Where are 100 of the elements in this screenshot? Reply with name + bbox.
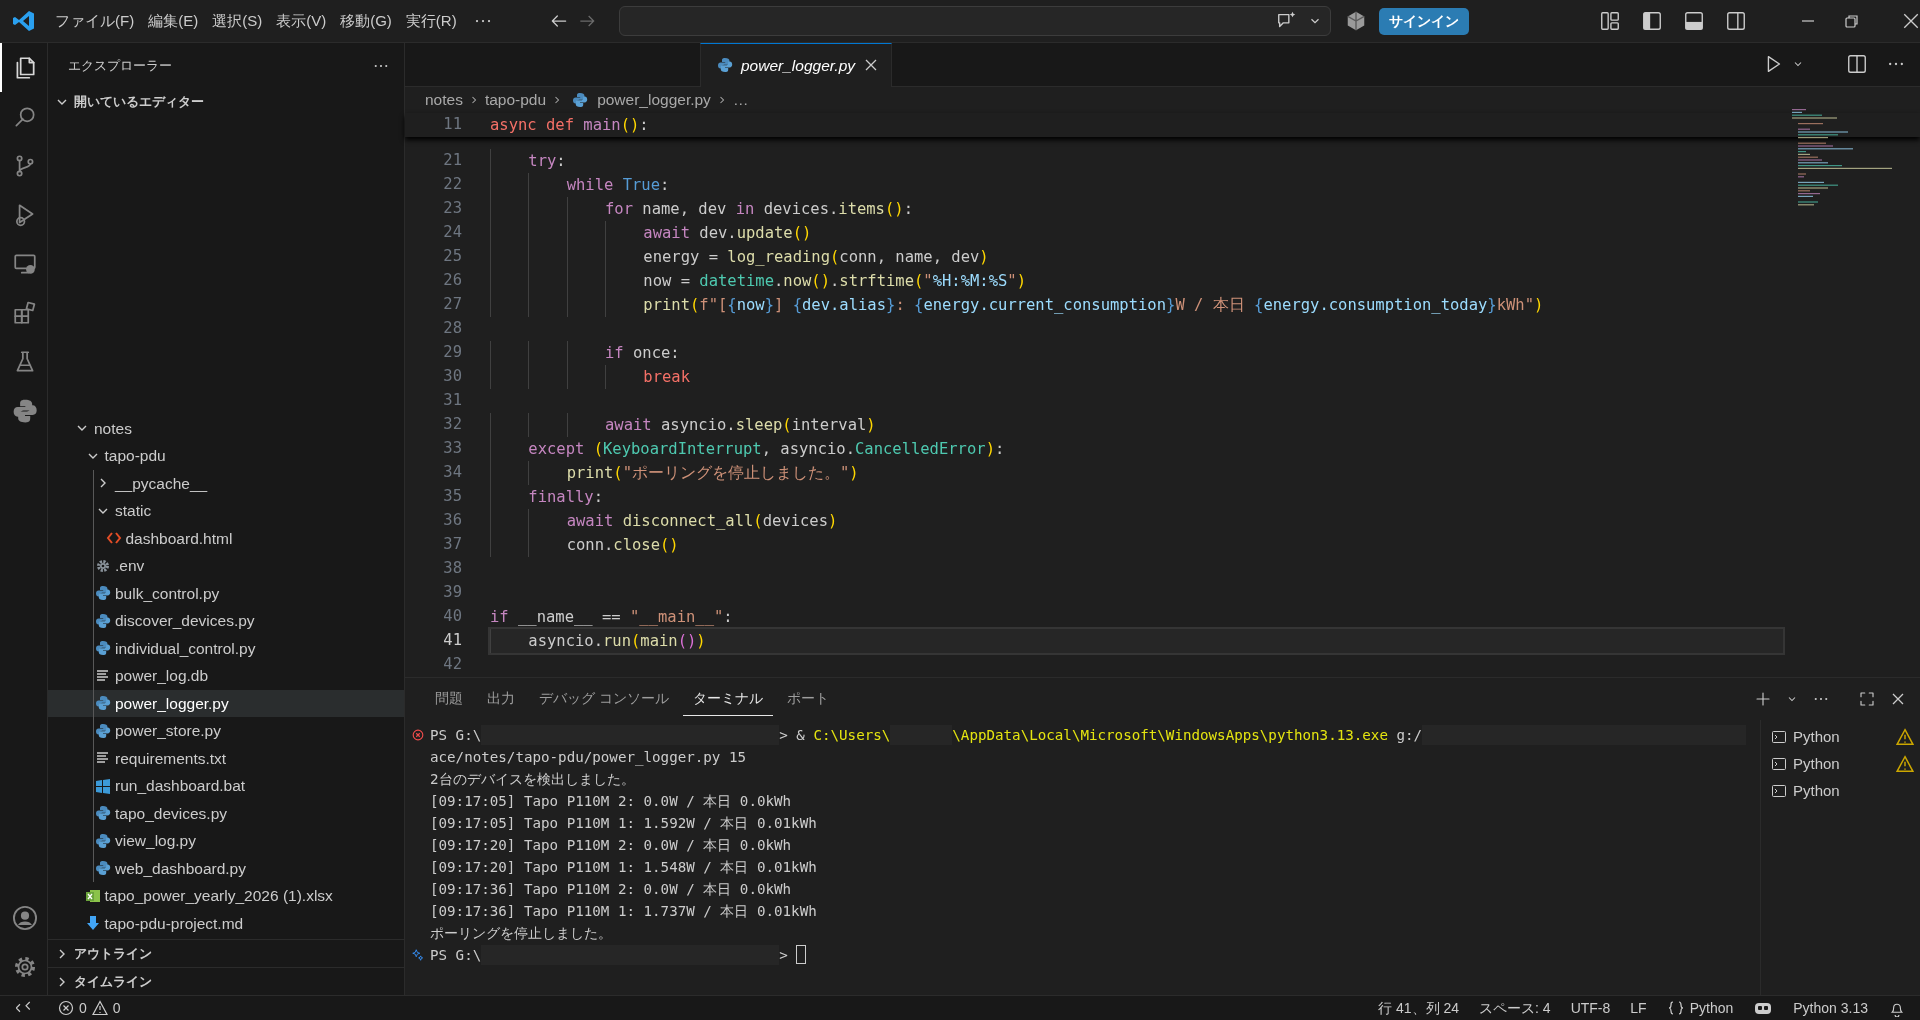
secondary-sidebar-icon[interactable]	[1725, 10, 1747, 32]
file-row[interactable]: tapo_power_yearly_2026 (1).xlsx	[48, 882, 404, 910]
line-number: 22	[442, 174, 462, 196]
folder-row[interactable]: static	[48, 497, 404, 525]
code-line: await asyncio.sleep(interval)	[490, 412, 1783, 437]
terminal-line: 2台のデバイスを検出しました。	[430, 769, 635, 789]
file-row[interactable]: power_store.py	[48, 717, 404, 745]
line-number: 26	[442, 270, 462, 292]
sidebar-toggle-icon[interactable]	[1641, 10, 1663, 32]
line-number: 29	[442, 342, 462, 364]
close-icon[interactable]	[1902, 12, 1920, 30]
menu-item[interactable]: 編集(E)	[141, 5, 206, 37]
terminal-line: [09:17:20] Tapo P110M 2: 0.0W / 本日 0.0kWh	[430, 835, 792, 855]
file-row[interactable]: run_dashboard.bat	[48, 772, 404, 800]
python-file-icon	[572, 91, 589, 108]
breadcrumb-item[interactable]: …	[732, 88, 749, 112]
menu-item[interactable]: 選択(S)	[205, 5, 270, 37]
folder-row[interactable]: __pycache__	[48, 469, 404, 497]
menu-item[interactable]: 表示(V)	[269, 5, 334, 37]
section-header[interactable]: タイムライン	[74, 971, 152, 992]
file-row[interactable]: tapo-pdu-project.md	[48, 909, 404, 937]
line-number: 39	[442, 582, 462, 604]
code-line: finally:	[490, 484, 1783, 509]
line-number: 23	[442, 198, 462, 220]
python-file-icon	[95, 805, 111, 822]
warning-icon	[91, 1000, 108, 1016]
sidebar-title: エクスプローラー	[68, 56, 172, 75]
panel-tab[interactable]: デバッグ コンソール	[529, 681, 679, 717]
line-number: 34	[442, 462, 462, 484]
panel-toggle-icon[interactable]	[1683, 10, 1705, 32]
file-row[interactable]: power_log.db	[48, 662, 404, 690]
terminal-line: [09:17:05] Tapo P110M 1: 1.592W / 本日 0.01kWh	[430, 813, 817, 833]
python-file-icon	[95, 860, 111, 877]
file-row[interactable]: tapo_devices.py	[48, 799, 404, 827]
text-lines-icon	[95, 667, 111, 684]
restore-icon[interactable]	[1844, 13, 1860, 29]
sign-in-button[interactable]: サインイン	[1379, 7, 1469, 35]
status-item[interactable]: 行 41、列 24	[1368, 997, 1470, 1019]
breadcrumb-item[interactable]: tapo-pdu	[484, 88, 547, 112]
file-row[interactable]: web_dashboard.py	[48, 854, 404, 882]
folder-row[interactable]: notes	[48, 414, 404, 442]
folder-row[interactable]: tapo-pdu	[48, 442, 404, 470]
code-line: for name, dev in devices.items():	[490, 196, 1783, 221]
terminal-line: ace/notes/tapo-pdu/power_logger.py 15	[430, 747, 747, 768]
line-number: 33	[442, 438, 462, 460]
python-file-icon	[95, 695, 111, 712]
code-line: print(f"[{now}] {dev.alias}: {energy.current_consumption}W / 本日 {energy.consumption_today}kWh")	[490, 292, 1783, 317]
layout-grid-icon[interactable]	[1599, 10, 1621, 32]
line-number: 32	[442, 414, 462, 436]
file-row[interactable]: view_log.py	[48, 827, 404, 855]
editor-tab[interactable]: power_logger.py	[700, 43, 893, 87]
panel-tab[interactable]: 出力	[477, 681, 525, 717]
breadcrumb-item[interactable]: power_logger.py	[597, 88, 711, 112]
maximize-icon[interactable]	[1858, 689, 1876, 708]
code-line: if __name__ == "__main__":	[490, 606, 734, 628]
file-row[interactable]: requirements.txt	[48, 744, 404, 772]
terminal-line: ポーリングを停止しました。	[430, 923, 612, 943]
menu-item[interactable]: 実行(R)	[398, 5, 464, 37]
error-circle-icon	[410, 727, 425, 742]
gear-icon	[95, 557, 111, 574]
python-icon[interactable]	[11, 397, 38, 424]
code-line: if once:	[490, 340, 1783, 365]
terminal-line: [09:17:36] Tapo P110M 2: 0.0W / 本日 0.0kWh	[430, 879, 792, 899]
line-number: 35	[442, 486, 462, 508]
account-icon[interactable]	[10, 903, 39, 932]
search-field[interactable]	[619, 6, 1331, 36]
status-item[interactable]: Python 3.13	[1783, 997, 1878, 1019]
split-editor-icon[interactable]	[1846, 53, 1868, 76]
file-row[interactable]: .env	[48, 552, 404, 580]
status-item[interactable]: UTF-8	[1560, 997, 1621, 1019]
code-line: now = datetime.now().strftime("%H:%M:%S")	[490, 268, 1783, 293]
line-number: 41	[442, 630, 462, 652]
file-row[interactable]: power_logger.py	[48, 689, 404, 717]
file-row[interactable]: discover_devices.py	[48, 607, 404, 635]
spreadsheet-icon	[84, 887, 101, 904]
line-number: 31	[442, 390, 462, 412]
problems-indicator[interactable]: 0 0	[48, 997, 131, 1019]
terminal-tab[interactable]: Python	[1761, 723, 1920, 751]
file-row[interactable]: individual_control.py	[48, 634, 404, 662]
terminal-tab[interactable]: Python	[1761, 777, 1920, 805]
terminal-tab[interactable]: Python	[1761, 750, 1920, 778]
menu-item[interactable]: 移動(G)	[333, 5, 399, 37]
line-number: 24	[442, 222, 462, 244]
panel-tab[interactable]: 問題	[425, 681, 473, 717]
menu-item[interactable]: ファイル(F)	[48, 5, 142, 37]
section-header[interactable]: アウトライン	[74, 943, 152, 964]
file-row[interactable]: dashboard.html	[48, 524, 404, 552]
breadcrumb-item[interactable]: notes	[425, 88, 463, 112]
terminal-line: [09:17:05] Tapo P110M 2: 0.0W / 本日 0.0kWh	[430, 791, 792, 811]
extensions-icon[interactable]	[11, 299, 38, 326]
panel-tab[interactable]: ポート	[776, 681, 839, 717]
file-row[interactable]: bulk_control.py	[48, 579, 404, 607]
braces-icon	[1666, 1000, 1685, 1016]
panel-tab[interactable]: ターミナル	[682, 681, 773, 717]
terminal-icon	[1771, 756, 1787, 773]
status-item[interactable]: スペース: 4	[1469, 997, 1561, 1019]
down-arrow-icon	[84, 915, 101, 932]
language-mode[interactable]: Python	[1656, 997, 1744, 1019]
status-item[interactable]: LF	[1620, 997, 1657, 1019]
section-header[interactable]: 開いているエディター	[74, 92, 204, 112]
